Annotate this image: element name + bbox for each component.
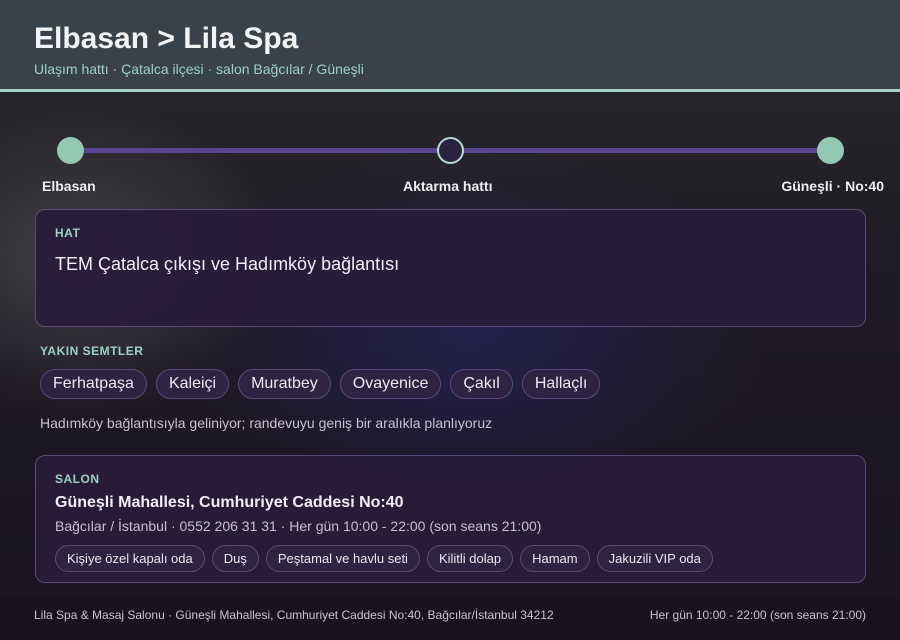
amenity-chip: Jakuzili VIP oda xyxy=(596,545,713,572)
amenity-chip: Hamam xyxy=(520,545,590,572)
salon-card-label: SALON xyxy=(55,472,100,486)
nearby-pill[interactable]: Ferhatpaşa xyxy=(40,369,147,399)
nearby-pill[interactable]: Çakıl xyxy=(450,369,513,399)
nearby-pill[interactable]: Muratbey xyxy=(238,369,331,399)
amenity-chip: Peştamal ve havlu seti xyxy=(265,545,420,572)
amenity-list: Kişiye özel kapalı oda Duş Peştamal ve h… xyxy=(55,545,713,572)
nearby-pill[interactable]: Hallaçlı xyxy=(521,369,601,399)
hat-text: TEM Çatalca çıkışı ve Hadımköy bağlantıs… xyxy=(55,254,400,274)
nearby-note: Hadımköy bağlantısıyla geliniyor; randev… xyxy=(40,415,493,431)
nearby-pill[interactable]: Ovayenice xyxy=(339,369,442,399)
route-progress: Elbasan Aktarma hattı Güneşli · No:40 xyxy=(0,130,900,200)
route-segment xyxy=(70,148,450,153)
route-stop-label-start: Elbasan xyxy=(42,178,96,194)
nearby-section-label: YAKIN SEMTLER xyxy=(40,344,144,358)
page-header: Elbasan > Lila Spa Ulaşım hattı · Çatalc… xyxy=(0,0,900,92)
salon-address: Güneşli Mahallesi, Cumhuriyet Caddesi No… xyxy=(55,494,404,511)
amenity-chip: Kişiye özel kapalı oda xyxy=(55,545,205,572)
page-title: Elbasan > Lila Spa xyxy=(34,22,299,55)
route-stop-start xyxy=(57,137,84,164)
amenity-chip: Kilitli dolap xyxy=(426,545,514,572)
nearby-list: Ferhatpaşa Kaleiçi Muratbey Ovayenice Ça… xyxy=(40,369,601,399)
route-stop-destination xyxy=(817,137,844,164)
nearby-pill[interactable]: Kaleiçi xyxy=(155,369,230,399)
hat-card: HAT TEM Çatalca çıkışı ve Hadımköy bağla… xyxy=(35,209,866,327)
footer-address: Lila Spa & Masaj Salonu · Güneşli Mahall… xyxy=(34,608,554,622)
salon-card: SALON Güneşli Mahallesi, Cumhuriyet Cadd… xyxy=(35,455,866,583)
salon-meta: Bağcılar / İstanbul · 0552 206 31 31 · H… xyxy=(55,518,542,534)
hat-card-label: HAT xyxy=(55,226,81,240)
route-stop-label-destination: Güneşli · No:40 xyxy=(781,178,884,194)
route-segment xyxy=(450,148,830,153)
route-stop-label-transfer: Aktarma hattı xyxy=(403,178,493,194)
page-footer: Lila Spa & Masaj Salonu · Güneşli Mahall… xyxy=(0,596,900,640)
route-stop-transfer xyxy=(437,137,464,164)
page-subtitle: Ulaşım hattı · Çatalca ilçesi · salon Ba… xyxy=(34,61,364,77)
amenity-chip: Duş xyxy=(211,545,259,572)
footer-hours: Her gün 10:00 - 22:00 (son seans 21:00) xyxy=(649,608,866,622)
